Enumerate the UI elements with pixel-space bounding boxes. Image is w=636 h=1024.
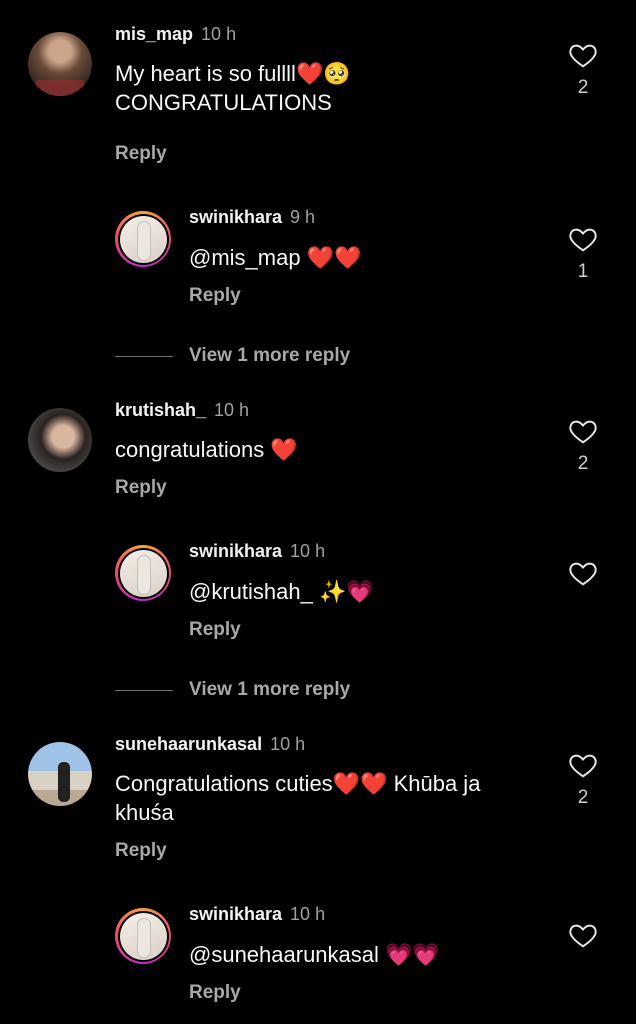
reply-button[interactable]: Reply <box>115 143 167 165</box>
reply-username[interactable]: swinikhara 10 h <box>189 541 325 562</box>
like-count: 2 <box>577 453 589 474</box>
divider-line <box>115 355 173 357</box>
avatar[interactable] <box>28 742 92 806</box>
comment-text: congratulations ❤️ <box>115 437 298 462</box>
comment-username[interactable]: sunehaarunkasal 10 h <box>115 734 305 755</box>
reply-button[interactable]: Reply <box>189 285 241 307</box>
like-button[interactable] <box>568 416 598 451</box>
comment-time: 10 h <box>201 24 237 44</box>
avatar[interactable] <box>115 908 171 964</box>
reply-username[interactable]: swinikhara 10 h <box>189 904 325 925</box>
comment-text: My heart is so fullll❤️🥺 CONGRATULATIONS <box>115 61 351 115</box>
like-button[interactable] <box>568 750 598 785</box>
reply-time: 10 h <box>290 541 326 561</box>
comment-username[interactable]: krutishah_ 10 h <box>115 400 249 421</box>
heart-outline-icon <box>569 44 597 68</box>
view-more-replies[interactable]: View 1 more reply <box>115 679 350 701</box>
like-button[interactable] <box>568 224 598 259</box>
reply-button[interactable]: Reply <box>115 477 167 499</box>
view-more-replies[interactable]: View 1 more reply <box>115 345 350 367</box>
divider-line <box>115 689 173 691</box>
like-count: 1 <box>577 261 589 282</box>
avatar[interactable] <box>115 545 171 601</box>
reply-text: @krutishah_ ✨💗 <box>189 579 374 604</box>
heart-outline-icon <box>569 562 597 586</box>
heart-outline-icon <box>569 420 597 444</box>
reply-button[interactable]: Reply <box>189 619 241 641</box>
heart-outline-icon <box>569 228 597 252</box>
reply-time: 9 h <box>290 207 316 227</box>
reply-username[interactable]: swinikhara 9 h <box>189 207 315 228</box>
reply-text: @sunehaarunkasal 💗💗 <box>189 942 440 967</box>
heart-outline-icon <box>569 924 597 948</box>
reply-time: 10 h <box>290 904 326 924</box>
comment-time: 10 h <box>270 734 306 754</box>
avatar[interactable] <box>28 32 92 96</box>
comment-text: Congratulations cuties❤️❤️ Khūba ja khuś… <box>115 771 481 825</box>
avatar[interactable] <box>28 408 92 472</box>
like-button[interactable] <box>568 40 598 75</box>
reply-button[interactable]: Reply <box>189 982 241 1004</box>
like-button[interactable] <box>568 920 598 955</box>
reply-text: @mis_map ❤️❤️ <box>189 245 362 270</box>
reply-button[interactable]: Reply <box>115 840 167 862</box>
comment-username[interactable]: mis_map 10 h <box>115 24 236 45</box>
like-button[interactable] <box>568 558 598 593</box>
heart-outline-icon <box>569 754 597 778</box>
like-count: 2 <box>577 787 589 808</box>
avatar[interactable] <box>115 211 171 267</box>
like-count: 2 <box>577 77 589 98</box>
comment-time: 10 h <box>214 400 250 420</box>
